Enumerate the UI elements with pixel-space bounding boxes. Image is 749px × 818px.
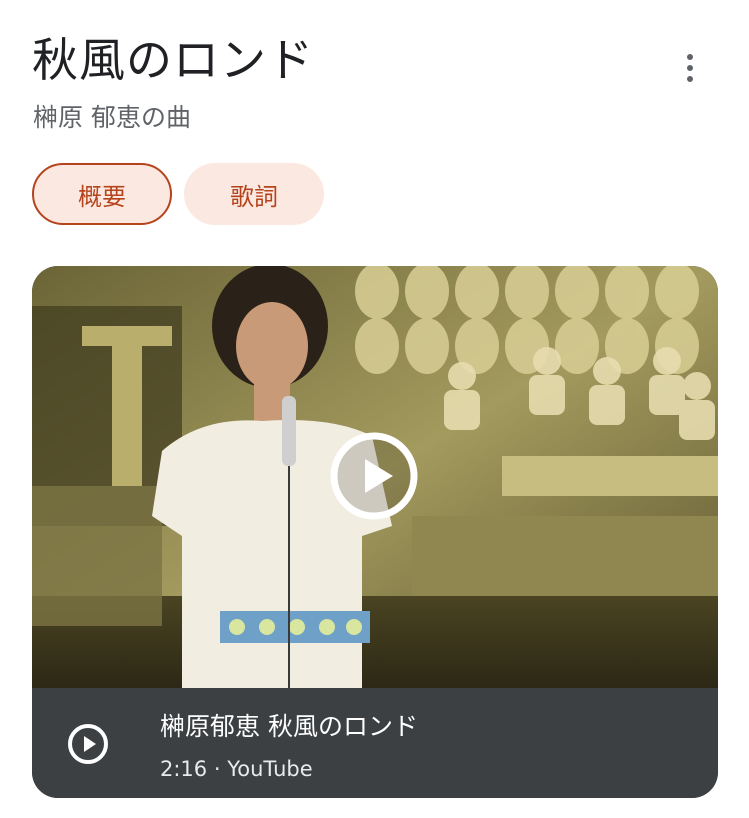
page-subtitle: 榊原 郁恵の曲	[33, 103, 191, 132]
video-info-bar[interactable]: 榊原郁恵 秋風のロンド 2:16 · YouTube	[32, 688, 718, 798]
more-vert-icon-dot	[687, 65, 693, 71]
page-title: 秋風のロンド	[32, 33, 314, 87]
video-duration: 2:16	[160, 757, 208, 781]
video-meta: 2:16 · YouTube	[160, 754, 313, 784]
play-icon[interactable]	[66, 722, 110, 766]
meta-separator: ·	[213, 757, 221, 781]
video-source: YouTube	[227, 757, 313, 781]
tab-lyrics[interactable]: 歌詞	[184, 163, 324, 225]
video-card[interactable]: 榊原郁恵 秋風のロンド 2:16 · YouTube	[32, 266, 718, 798]
more-vert-icon-dot	[687, 76, 693, 82]
tab-overview-label: 概要	[78, 182, 126, 211]
tab-lyrics-label: 歌詞	[230, 182, 278, 211]
play-circle-icon[interactable]	[329, 431, 419, 521]
video-title[interactable]: 榊原郁恵 秋風のロンド	[160, 710, 418, 744]
more-options-button[interactable]	[672, 48, 708, 88]
more-vert-icon	[687, 54, 693, 60]
tab-overview[interactable]: 概要	[32, 163, 172, 225]
